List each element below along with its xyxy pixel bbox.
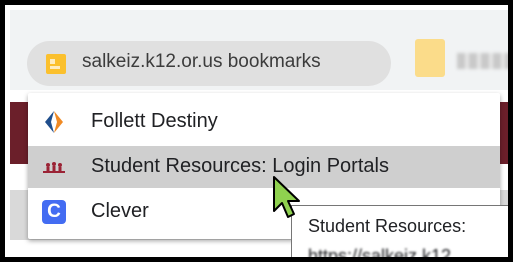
tooltip-url: https://salkeiz.k12 bbox=[308, 246, 452, 262]
bookmark-folder-label: salkeiz.k12.or.us bookmarks bbox=[82, 51, 321, 72]
bookmark-tooltip: Student Resources: https://salkeiz.k12 bbox=[291, 205, 508, 262]
clever-icon: C bbox=[42, 200, 66, 224]
blurred-bookmark-label[interactable] bbox=[457, 53, 508, 69]
menu-item-student-resources[interactable]: Student Resources: Login Portals bbox=[28, 146, 500, 188]
menu-item-label: Follett Destiny bbox=[91, 110, 218, 132]
follett-destiny-icon bbox=[45, 111, 63, 133]
student-resources-icon bbox=[43, 162, 65, 173]
tooltip-title: Student Resources: bbox=[308, 216, 467, 236]
menu-item-follett-destiny[interactable]: Follett Destiny bbox=[28, 101, 500, 143]
bookmark-folder-button[interactable]: salkeiz.k12.or.us bookmarks bbox=[27, 41, 391, 86]
folder-icon[interactable] bbox=[415, 39, 445, 77]
folder-icon bbox=[46, 54, 66, 74]
menu-item-label: Student Resources: Login Portals bbox=[91, 155, 389, 177]
screenshot-frame: salkeiz.k12.or.us bookmarks Follett Dest… bbox=[0, 0, 513, 262]
menu-item-label: Clever bbox=[91, 200, 149, 222]
mouse-pointer-icon bbox=[273, 176, 300, 218]
